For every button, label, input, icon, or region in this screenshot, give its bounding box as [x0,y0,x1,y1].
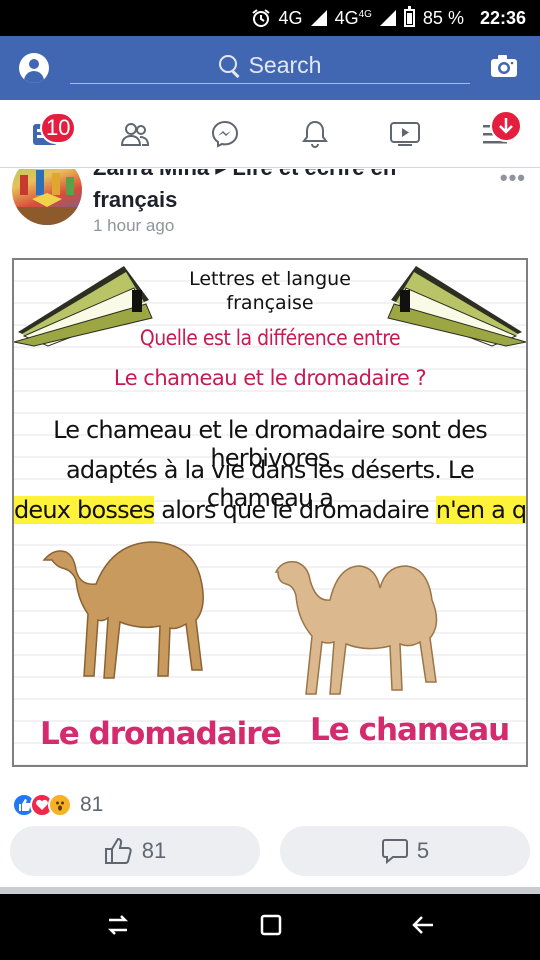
body-line3-middle: alors que le dromadaire [154,496,436,524]
camera-icon[interactable] [490,54,518,78]
image-title-line1: Lettres et langue [189,268,351,290]
friends-icon [120,122,150,146]
comment-icon [381,839,408,865]
messenger-icon [211,120,239,148]
tab-bar: 10 [0,100,540,168]
tab-messenger[interactable] [180,100,270,167]
feed-divider [0,887,540,894]
network-type-1: 4G [278,7,303,28]
post-author[interactable]: Zahra Mina ▸ Lire et écrire en français [93,169,396,213]
battery-icon [403,6,415,27]
update-badge [490,110,522,142]
bell-icon [302,120,328,148]
wow-reaction-icon [48,793,72,817]
like-button[interactable]: 81 [10,826,260,876]
tab-friends[interactable] [90,100,180,167]
system-navigation-bar [0,894,540,960]
more-options-icon[interactable]: ••• [500,169,526,191]
tab-menu[interactable] [450,100,540,167]
tab-notifications[interactable] [270,100,360,167]
recent-apps-icon[interactable] [105,914,131,941]
image-question-line1: Quelle est la différence entre [139,326,401,350]
back-icon[interactable] [411,914,435,941]
home-icon[interactable] [260,914,282,941]
highlight-nen-a-quune: n'en a qu'une. [435,496,526,524]
alarm-icon [251,8,271,28]
status-bar: 4G 4G4G 85 % 22:36 [0,0,540,36]
app-header: Search [0,36,540,100]
notification-badge: 10 [40,112,77,144]
comment-count: 5 [416,838,430,863]
signal-icon-1 [310,10,327,26]
reaction-summary[interactable]: 81 [12,790,103,820]
like-count: 81 [141,838,167,863]
news-feed: Zahra Mina ▸ Lire et écrire en français … [0,169,540,894]
search-icon [218,54,241,77]
post-header: Zahra Mina ▸ Lire et écrire en français … [0,169,540,249]
comment-button[interactable]: 5 [280,826,530,876]
battery-level: 85 % [422,7,464,28]
video-icon [390,121,420,146]
signal-icon-2 [379,10,396,26]
network-type-2: 4G4G [334,7,372,28]
avatar[interactable] [12,169,82,225]
highlight-deux-bosses: deux bosses [14,496,155,524]
arrow-down-icon [499,118,513,134]
post-timestamp: 1 hour ago [93,216,175,235]
thumbs-up-icon [104,837,132,864]
reaction-count: 81 [80,793,104,816]
profile-icon[interactable] [19,53,49,83]
search-placeholder: Search [248,52,322,78]
image-title-line2: française [226,292,314,314]
tab-news-feed[interactable]: 10 [0,100,90,167]
image-question-line2: Le chameau et le dromadaire ? [113,366,427,390]
label-chameau: Le chameau [310,712,510,748]
clock: 22:36 [479,7,526,28]
post-image[interactable]: Lettres et langue française Quelle est l… [12,258,528,767]
tab-watch[interactable] [360,100,450,167]
label-dromadaire: Le dromadaire [40,716,282,752]
image-body-line3: deux bosses alors que le dromadaire n'en… [14,496,526,524]
search-input[interactable]: Search [70,48,470,84]
